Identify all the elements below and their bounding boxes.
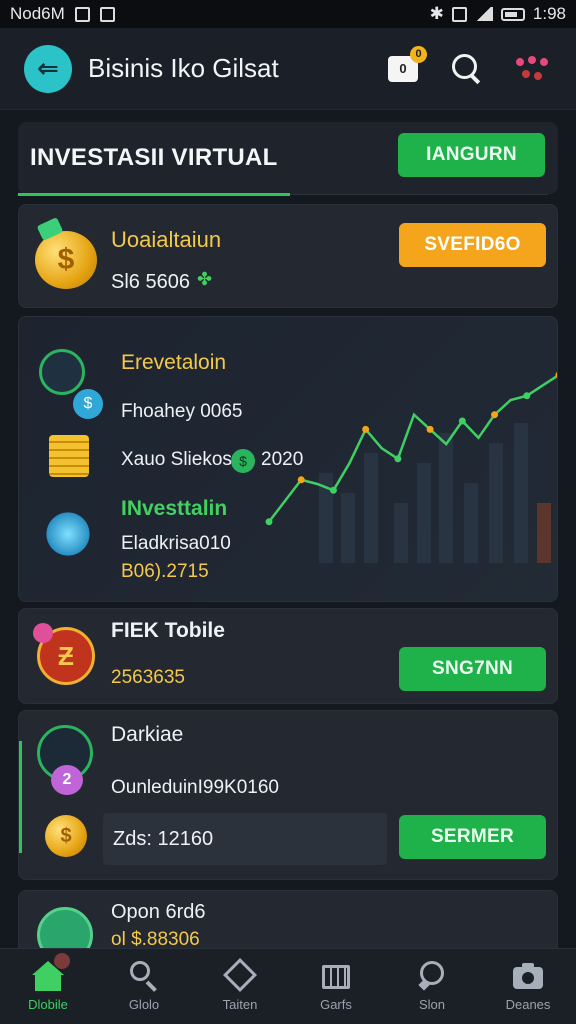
fiek-card[interactable]: Ƶ FIEK Tobile 2563635 SNG7NN — [18, 608, 558, 704]
investment-line-3: Eladkrisa010 — [121, 533, 231, 554]
total-field[interactable]: Zds: 12160 — [103, 813, 387, 865]
chart-point — [362, 425, 370, 433]
active-indicator — [19, 741, 22, 853]
section-title: INVESTASII VIRTUAL — [30, 144, 278, 171]
nav-label: Garfs — [320, 997, 352, 1012]
wallet-action-button[interactable]: SVEFID6O — [399, 223, 546, 267]
darkiae-card[interactable]: 2 Darkiae OunleduinI99K0160 $ Zds: 12160… — [18, 710, 558, 880]
fiek-action-button[interactable]: SNG7NN — [399, 647, 546, 691]
fiek-title: FIEK Tobile — [111, 619, 225, 642]
nav-label: Glolo — [128, 997, 160, 1012]
chart-point — [394, 455, 402, 463]
section-action-button[interactable]: IANGURN — [398, 133, 545, 177]
darkiae-action-button[interactable]: SERMER — [399, 815, 546, 859]
tab-indicator — [18, 193, 290, 196]
qr-icon — [451, 6, 467, 22]
nav-item-camera[interactable]: Deanes — [480, 949, 576, 1024]
chart-bar — [341, 493, 355, 563]
bottom-nav: Dlobile Glolo Taiten Garfs Slon Deanes — [0, 948, 576, 1024]
clock-text: 1:98 — [532, 4, 566, 23]
investment-heading: Erevetaloin — [121, 351, 227, 374]
cart-badge: 0 — [410, 45, 427, 63]
dollar-badge-icon: $ — [73, 389, 103, 419]
wallet-amount: Sl6 5606 — [111, 271, 190, 293]
leaf-icon: ✤ — [197, 269, 213, 289]
chart-bar — [394, 503, 408, 563]
nav-label: Deanes — [505, 997, 551, 1012]
divider — [290, 194, 548, 195]
chart-point — [491, 411, 499, 419]
nav-item-badge[interactable]: Taiten — [192, 949, 288, 1024]
chart-bar — [464, 483, 478, 563]
chart-point — [297, 476, 305, 484]
app-logo-icon[interactable]: ⇐ — [24, 44, 72, 93]
app-title: Bisinis Iko Gilsat — [88, 53, 279, 83]
coin-icon: $ — [45, 815, 87, 857]
chart-point — [329, 486, 337, 494]
search-icon[interactable] — [452, 53, 482, 84]
nav-item-home[interactable]: Dlobile — [0, 949, 96, 1024]
store-icon — [320, 961, 352, 991]
section-header: INVESTASII VIRTUAL IANGURN — [18, 122, 558, 194]
investment-line-4: B06).2715 — [121, 561, 209, 582]
investment-line-2-label: Xauo Sliekos — [121, 449, 232, 470]
darkiae-title: Darkiae — [111, 723, 184, 746]
coin-green-icon: $ — [231, 449, 255, 473]
nav-item-search[interactable]: Glolo — [96, 949, 192, 1024]
app-header: ⇐ Bisinis Iko Gilsat 0 0 — [0, 28, 576, 110]
chart-point — [458, 417, 466, 425]
camera-icon — [512, 961, 544, 991]
chart-bar — [489, 443, 503, 563]
investment-subheading: INvesttalin — [121, 497, 228, 520]
nav-label: Dlobile — [28, 997, 68, 1012]
pink-dot-icon — [33, 623, 53, 643]
wallet-title: Uoaialtaiun — [111, 227, 222, 252]
status-bar: Nod6M ✱ 1:98 — [0, 0, 576, 28]
menu-dots-icon[interactable] — [516, 54, 552, 84]
investment-line-1: Fhoahey 0065 — [121, 401, 243, 422]
investment-card[interactable]: $ Erevetaloin Fhoahey 0065 Xauo Sliekos … — [18, 316, 558, 602]
home-icon — [32, 953, 70, 991]
investment-line-2-value: 2020 — [261, 449, 304, 470]
chart-point — [265, 518, 273, 526]
darkiae-subtitle: OunleduinI99K0160 — [111, 777, 279, 798]
chart-bar — [417, 463, 431, 563]
total-label: Zds: 12160 — [113, 828, 214, 850]
chat-badge-icon: 2 — [51, 765, 83, 795]
chart-bar — [537, 503, 551, 563]
notification-icon — [74, 6, 90, 22]
partial-title: Opon 6rd6 — [111, 901, 206, 923]
chart-trend-icon — [39, 349, 85, 395]
bag-letter: 0 — [399, 61, 407, 76]
nav-label: Slon — [418, 997, 446, 1012]
fiek-value: 2563635 — [111, 667, 185, 688]
chart-bar — [364, 453, 378, 563]
chart-bar — [439, 433, 453, 563]
bluetooth-icon: ✱ — [429, 4, 444, 23]
battery-icon — [500, 7, 525, 21]
chart-point — [523, 392, 531, 400]
chart-bar — [514, 423, 528, 563]
nav-item-store[interactable]: Garfs — [288, 949, 384, 1024]
search-icon — [128, 961, 160, 992]
badge-icon — [223, 958, 257, 992]
chat-icon — [416, 961, 448, 991]
chart-point — [426, 425, 434, 433]
shopping-bag-icon[interactable]: 0 0 — [388, 45, 427, 82]
nav-item-chat[interactable]: Slon — [384, 949, 480, 1024]
nav-label: Taiten — [222, 997, 258, 1012]
status-text: Nod6M — [10, 4, 65, 23]
image-icon — [99, 6, 115, 22]
wallet-card[interactable]: $ Uoaialtaiun Sl6 5606 ✤ SVEFID6O — [18, 204, 558, 308]
coin-stack-icon — [49, 435, 89, 477]
signal-icon — [474, 7, 493, 21]
